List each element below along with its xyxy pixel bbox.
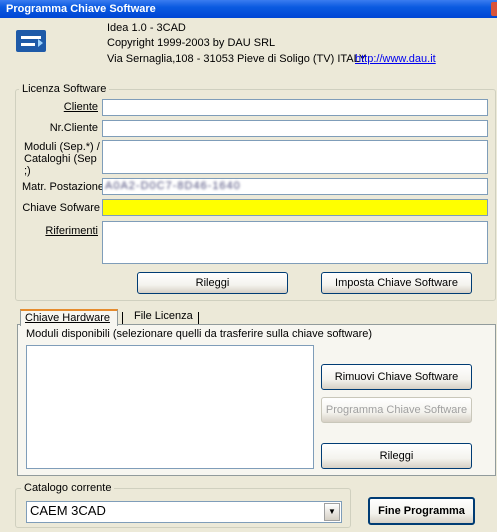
address-text: Via Sernaglia,108 - 31053 Pieve di Solig… <box>107 53 367 65</box>
title-bar: Programma Chiave Software <box>0 0 497 18</box>
catalogo-group-title: Catalogo corrente <box>21 482 115 494</box>
chevron-down-icon[interactable]: ▼ <box>324 503 340 521</box>
chiave-software-label: Chiave Sofware <box>22 202 100 214</box>
close-button[interactable] <box>491 2 497 16</box>
chiave-software-field[interactable] <box>102 199 488 216</box>
dau-logo-icon <box>16 30 46 52</box>
moduli-label: Moduli (Sep.*) / Cataloghi (Sep ;) <box>24 141 100 177</box>
moduli-disponibili-caption: Moduli disponibili (selezionare quelli d… <box>26 328 373 340</box>
tab-file-licenza[interactable]: File Licenza <box>130 309 197 326</box>
riferimenti-field[interactable] <box>102 221 488 264</box>
rileggi-license-button[interactable]: Rileggi <box>137 272 288 294</box>
matr-postazione-label: Matr. Postazione <box>22 181 104 193</box>
copyright-text: Copyright 1999-2003 by DAU SRL <box>107 37 276 49</box>
nr-cliente-field[interactable] <box>102 120 488 137</box>
catalogo-selected-value: CAEM 3CAD <box>30 503 106 518</box>
website-link[interactable]: http://www.dau.it <box>355 53 436 65</box>
rileggi-hardware-button[interactable]: Rileggi <box>321 443 472 469</box>
nr-cliente-label: Nr.Cliente <box>49 122 98 134</box>
fine-programma-button[interactable]: Fine Programma <box>368 497 475 525</box>
product-version: Idea 1.0 - 3CAD <box>107 22 186 34</box>
tab-separator <box>198 312 199 324</box>
riferimenti-label: Riferimenti <box>45 225 98 237</box>
rimuovi-chiave-button[interactable]: Rimuovi Chiave Software <box>321 364 472 390</box>
moduli-field[interactable] <box>102 140 488 174</box>
catalogo-select[interactable]: CAEM 3CAD ▼ <box>26 501 342 523</box>
moduli-list[interactable] <box>26 345 314 469</box>
cliente-field[interactable] <box>102 99 488 116</box>
imposta-chiave-button[interactable]: Imposta Chiave Software <box>321 272 472 294</box>
matr-postazione-field[interactable]: A0A2-D0C7-8D46-1640 <box>102 178 488 195</box>
cliente-label: Cliente <box>63 101 98 113</box>
tab-chiave-hardware[interactable]: Chiave Hardware <box>20 309 118 326</box>
tab-separator <box>122 312 123 324</box>
programma-chiave-button[interactable]: Programma Chiave Software <box>321 397 472 423</box>
window-title: Programma Chiave Software <box>6 3 156 15</box>
license-group-title: Licenza Software <box>19 83 110 95</box>
